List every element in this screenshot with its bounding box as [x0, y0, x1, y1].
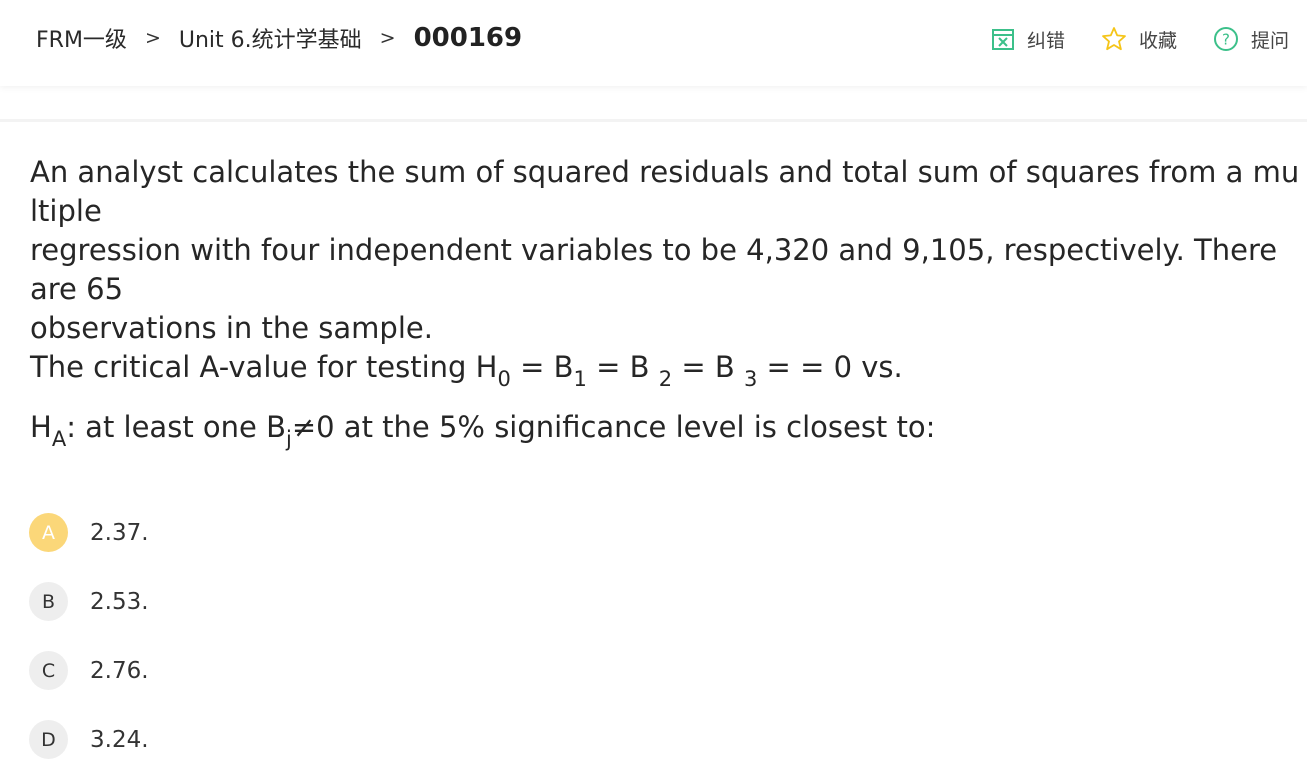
report-error-icon	[991, 29, 1014, 50]
text: : at least one B	[66, 410, 286, 444]
option-text: 2.53.	[90, 588, 149, 615]
ask-question-label: 提问	[1250, 29, 1289, 52]
breadcrumb-unit[interactable]: Unit 6.统计学基础	[179, 22, 362, 54]
option-c[interactable]: C 2.76.	[29, 651, 629, 690]
breadcrumb-course[interactable]: FRM一级	[36, 22, 127, 54]
subscript: 3	[743, 367, 758, 391]
text: = B	[586, 350, 659, 384]
option-d[interactable]: D 3.24.	[29, 720, 629, 759]
option-b[interactable]: B 2.53.	[29, 582, 629, 621]
text: = B	[672, 350, 744, 384]
option-a[interactable]: A 2.37.	[29, 513, 629, 552]
text: The critical A-value for testing H	[30, 350, 498, 384]
ask-question-button[interactable]: ? 提问	[1213, 26, 1289, 53]
subscript: A	[51, 427, 67, 451]
question-line: The critical A-value for testing H0 = B1…	[30, 348, 1302, 399]
option-letter-badge: C	[29, 651, 68, 690]
subscript: 2	[658, 367, 673, 391]
breadcrumb: FRM一级 > Unit 6.统计学基础 > 000169	[36, 20, 522, 56]
question-line: An analyst calculates the sum of squared…	[30, 155, 1300, 228]
option-text: 2.76.	[90, 657, 149, 684]
question-line: HA: at least one Bj≠0 at the 5% signific…	[30, 408, 1302, 459]
question-circle-icon: ?	[1213, 27, 1238, 51]
option-letter-badge: A	[29, 513, 68, 552]
action-toolbar: 纠错 收藏 ? 提问	[955, 22, 1289, 56]
text: ≠0 at the 5% significance level is close…	[291, 410, 936, 444]
star-icon	[1102, 27, 1126, 51]
breadcrumb-separator: >	[144, 27, 161, 49]
question-stem: An analyst calculates the sum of squared…	[30, 153, 1302, 459]
top-bar: FRM一级 > Unit 6.统计学基础 > 000169 纠错 收藏 ? 提问	[0, 0, 1307, 86]
report-error-button[interactable]: 纠错	[991, 26, 1065, 53]
option-text: 2.37.	[90, 519, 149, 546]
subscript: 1	[573, 367, 587, 391]
divider	[0, 119, 1307, 122]
breadcrumb-separator: >	[379, 27, 396, 49]
svg-text:?: ?	[1222, 31, 1230, 49]
option-letter-badge: B	[29, 582, 68, 621]
favorite-button[interactable]: 收藏	[1101, 26, 1177, 53]
question-line: observations in the sample.	[30, 311, 433, 345]
subscript: 0	[497, 367, 511, 391]
text: = = 0 vs.	[757, 350, 903, 384]
report-error-label: 纠错	[1026, 29, 1065, 52]
favorite-label: 收藏	[1138, 29, 1177, 52]
question-line: regression with four independent variabl…	[30, 233, 1278, 306]
option-text: 3.24.	[90, 726, 149, 753]
option-letter-badge: D	[29, 720, 68, 759]
text: = B	[510, 350, 574, 384]
text: H	[30, 410, 52, 444]
question-id: 000169	[413, 23, 523, 53]
